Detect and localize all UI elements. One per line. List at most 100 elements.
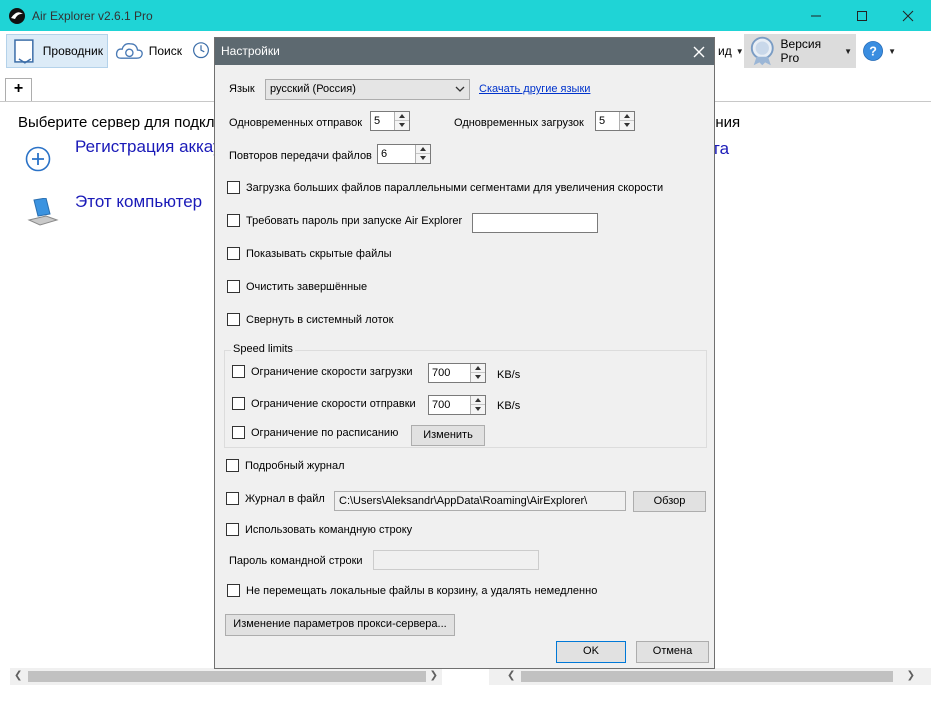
clear-completed-label: Очистить завершённые (246, 280, 368, 293)
verbose-log-checkbox[interactable]: Подробный журнал (226, 459, 345, 472)
minimize-icon (811, 15, 821, 17)
register-account-link[interactable]: Регистрация аккау (75, 137, 222, 157)
this-computer-link[interactable]: Этот компьютер (75, 192, 202, 212)
download-limit-checkbox[interactable]: Ограничение скорости загрузки (232, 365, 412, 378)
use-command-line-checkbox[interactable]: Использовать командную строку (226, 523, 412, 536)
checkbox-box[interactable] (227, 181, 240, 194)
settings-dialog-titlebar[interactable]: Настройки (215, 38, 714, 65)
upload-limit-spinner[interactable]: 700 (428, 395, 486, 415)
startup-password-input[interactable] (472, 213, 598, 233)
require-password-label: Требовать пароль при запуске Air Explore… (246, 214, 463, 227)
close-button[interactable] (885, 0, 931, 31)
log-path-input[interactable]: C:\Users\Aleksandr\AppData\Roaming\AirEx… (334, 491, 626, 511)
dialog-close-icon[interactable] (692, 45, 706, 59)
left-pane-scroll-thumb[interactable] (28, 671, 426, 682)
simultaneous-uploads-value: 5 (374, 115, 381, 127)
checkbox-box[interactable] (227, 280, 240, 293)
left-pane-hscrollbar[interactable]: ❮ ❯ (10, 668, 442, 685)
left-pane-prompt: Выберите сервер для подклю (18, 114, 226, 131)
parallel-segments-label: Загрузка больших файлов параллельными се… (246, 181, 664, 194)
add-tab-button[interactable]: + (5, 78, 32, 102)
schedule-limit-label: Ограничение по расписанию (251, 426, 399, 439)
spin-up-icon[interactable] (471, 396, 485, 405)
upload-limit-checkbox[interactable]: Ограничение скорости отправки (232, 397, 416, 410)
clear-completed-checkbox[interactable]: Очистить завершённые (227, 280, 367, 293)
checkbox-box[interactable] (226, 492, 239, 505)
show-hidden-files-checkbox[interactable]: Показывать скрытые файлы (227, 247, 392, 260)
spin-up-icon[interactable] (620, 112, 634, 121)
minimize-to-tray-checkbox[interactable]: Свернуть в системный лоток (227, 313, 393, 326)
computer-icon[interactable] (26, 198, 60, 228)
spin-up-icon[interactable] (395, 112, 409, 121)
chevron-down-icon: ▼ (735, 46, 744, 56)
proxy-settings-button[interactable]: Изменение параметров прокси-сервера... (225, 614, 455, 636)
checkbox-box[interactable] (232, 365, 245, 378)
explorer-button[interactable]: Проводник (6, 34, 108, 68)
cancel-button[interactable]: Отмена (636, 641, 709, 663)
checkbox-box[interactable] (227, 247, 240, 260)
add-account-icon[interactable] (25, 146, 51, 172)
speed-limits-title: Speed limits (231, 343, 295, 355)
spin-up-icon[interactable] (471, 364, 485, 373)
spin-down-icon[interactable] (471, 373, 485, 382)
scroll-left-icon[interactable]: ❮ (14, 670, 22, 681)
minimize-button[interactable] (793, 0, 839, 31)
download-languages-link[interactable]: Скачать другие языки (479, 83, 590, 95)
verbose-log-label: Подробный журнал (245, 459, 345, 472)
simultaneous-uploads-spinner[interactable]: 5 (370, 111, 410, 131)
scroll-right-icon[interactable]: ❯ (907, 670, 915, 681)
maximize-button[interactable] (839, 0, 885, 31)
scroll-right-icon[interactable]: ❯ (430, 670, 438, 681)
command-line-password-input[interactable] (373, 550, 539, 570)
simultaneous-downloads-label: Одновременных загрузок (454, 117, 584, 129)
checkbox-box[interactable] (232, 397, 245, 410)
schedule-limit-checkbox[interactable]: Ограничение по расписанию (232, 426, 398, 439)
award-badge-icon (750, 36, 774, 66)
help-button[interactable]: ? ▼ (858, 34, 900, 68)
checkbox-box[interactable] (232, 426, 245, 439)
retries-spinner[interactable]: 6 (377, 144, 431, 164)
checkbox-box[interactable] (227, 584, 240, 597)
retries-value: 6 (381, 148, 388, 160)
settings-dialog-title: Настройки (221, 44, 280, 58)
upload-limit-value: 700 (432, 399, 451, 411)
require-password-checkbox[interactable]: Требовать пароль при запуске Air Explore… (227, 214, 462, 227)
cloud-search-icon (115, 42, 143, 59)
partial-toolbar-button[interactable]: ид ▼ (714, 34, 744, 68)
checkbox-box[interactable] (226, 459, 239, 472)
right-pane-hscrollbar[interactable]: ❮ ❯ (489, 668, 931, 685)
checkbox-box[interactable] (226, 523, 239, 536)
log-to-file-label: Журнал в файл (245, 492, 325, 505)
settings-dialog: Настройки Язык русский (Россия) Скачать … (214, 37, 715, 669)
simultaneous-downloads-spinner[interactable]: 5 (595, 111, 635, 131)
spin-down-icon[interactable] (416, 154, 430, 163)
pro-version-label: Версия Pro (780, 37, 822, 65)
right-pane-scroll-thumb[interactable] (521, 671, 893, 682)
log-to-file-checkbox[interactable]: Журнал в файл (226, 492, 325, 505)
checkbox-box[interactable] (227, 214, 240, 227)
chevron-down-icon: ▼ (844, 46, 852, 56)
checkbox-box[interactable] (227, 313, 240, 326)
upload-limit-unit: KB/s (497, 400, 521, 412)
scroll-left-icon[interactable]: ❮ (507, 670, 515, 681)
spin-down-icon[interactable] (395, 121, 409, 130)
download-limit-spinner[interactable]: 700 (428, 363, 486, 383)
spin-up-icon[interactable] (416, 145, 430, 154)
help-icon: ? (863, 41, 883, 61)
ok-button[interactable]: OK (556, 641, 626, 663)
change-schedule-button[interactable]: Изменить (411, 425, 485, 446)
spin-down-icon[interactable] (471, 405, 485, 414)
delete-immediately-checkbox[interactable]: Не перемещать локальные файлы в корзину,… (227, 584, 597, 597)
browse-button[interactable]: Обзор (633, 491, 706, 512)
window-titlebar[interactable]: Air Explorer v2.6.1 Pro (0, 0, 931, 31)
pro-version-button[interactable]: Версия Pro ▼ (744, 34, 856, 68)
download-limit-unit: KB/s (497, 369, 521, 381)
schedule-button[interactable] (188, 34, 214, 68)
svg-text:?: ? (869, 44, 877, 58)
parallel-segments-checkbox[interactable]: Загрузка больших файлов параллельными се… (227, 181, 663, 194)
language-select[interactable]: русский (Россия) (265, 79, 470, 100)
explorer-icon (14, 39, 34, 64)
spin-down-icon[interactable] (620, 121, 634, 130)
search-button[interactable]: Поиск (110, 34, 186, 68)
chevron-down-icon: ▼ (888, 46, 896, 56)
